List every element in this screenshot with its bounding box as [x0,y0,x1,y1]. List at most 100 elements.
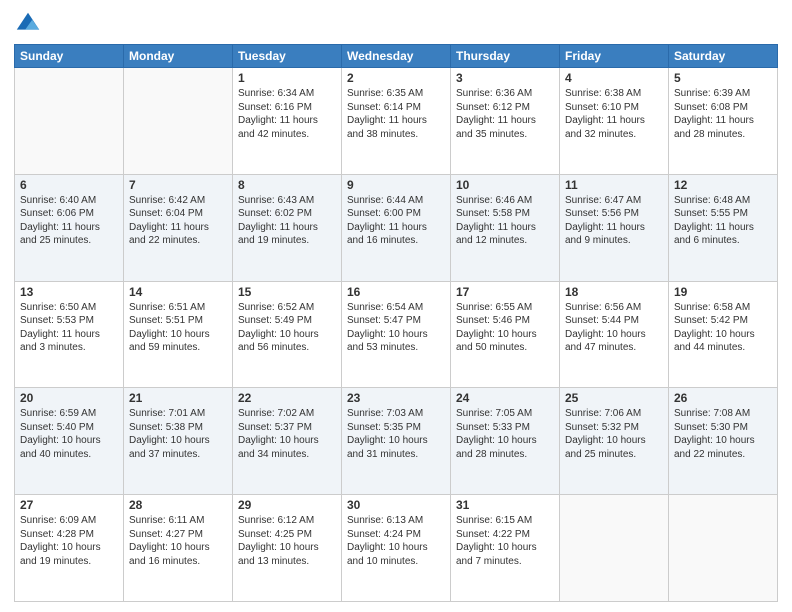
weekday-header-friday: Friday [560,45,669,68]
day-number: 26 [674,391,772,405]
calendar-cell: 27 Sunrise: 6:09 AMSunset: 4:28 PMDayligh… [15,495,124,602]
calendar-row-4: 20 Sunrise: 6:59 AMSunset: 5:40 PMDayligh… [15,388,778,495]
calendar-cell: 1Sunrise: 6:34 AMSunset: 6:16 PMDaylight… [233,68,342,175]
day-info: Sunrise: 6:38 AMSunset: 6:10 PMDaylight:… [565,87,663,141]
day-info: Sunrise: 6:56 AMSunset: 5:44 PMDaylight:… [565,301,663,355]
day-info: Sunrise: 6:55 AMSunset: 5:46 PMDaylight:… [456,301,554,355]
calendar-cell: 22 Sunrise: 7:02 AMSunset: 5:37 PMDayligh… [233,388,342,495]
day-number: 8 [238,178,336,192]
calendar-cell: 23 Sunrise: 7:03 AMSunset: 5:35 PMDayligh… [342,388,451,495]
day-number: 29 [238,498,336,512]
calendar-cell: 4 Sunrise: 6:38 AMSunset: 6:10 PMDaylight… [560,68,669,175]
day-info: Sunrise: 6:44 AMSunset: 6:00 PMDaylight:… [347,194,445,248]
day-info: Sunrise: 6:42 AMSunset: 6:04 PMDaylight:… [129,194,227,248]
day-number: 15 [238,285,336,299]
day-number: 12 [674,178,772,192]
calendar-cell: 6 Sunrise: 6:40 AMSunset: 6:06 PMDaylight… [15,174,124,281]
calendar-cell: 24 Sunrise: 7:05 AMSunset: 5:33 PMDayligh… [451,388,560,495]
day-number: 6 [20,178,118,192]
weekday-header-monday: Monday [124,45,233,68]
day-number: 22 [238,391,336,405]
calendar-cell: 7 Sunrise: 6:42 AMSunset: 6:04 PMDaylight… [124,174,233,281]
calendar-cell: 11 Sunrise: 6:47 AMSunset: 5:56 PMDayligh… [560,174,669,281]
day-number: 9 [347,178,445,192]
calendar-cell [669,495,778,602]
day-info: Sunrise: 6:11 AMSunset: 4:27 PMDaylight:… [129,514,227,568]
calendar-cell [15,68,124,175]
day-number: 11 [565,178,663,192]
day-info: Sunrise: 6:51 AMSunset: 5:51 PMDaylight:… [129,301,227,355]
calendar-cell: 18 Sunrise: 6:56 AMSunset: 5:44 PMDayligh… [560,281,669,388]
day-number: 20 [20,391,118,405]
day-number: 2 [347,71,445,85]
calendar-cell: 10 Sunrise: 6:46 AMSunset: 5:58 PMDayligh… [451,174,560,281]
day-info: Sunrise: 6:52 AMSunset: 5:49 PMDaylight:… [238,301,336,355]
day-number: 25 [565,391,663,405]
day-info: Sunrise: 6:48 AMSunset: 5:55 PMDaylight:… [674,194,772,248]
day-info: Sunrise: 7:08 AMSunset: 5:30 PMDaylight:… [674,407,772,461]
weekday-header-tuesday: Tuesday [233,45,342,68]
calendar-cell: 21 Sunrise: 7:01 AMSunset: 5:38 PMDayligh… [124,388,233,495]
day-number: 18 [565,285,663,299]
day-info: Sunrise: 6:15 AMSunset: 4:22 PMDaylight:… [456,514,554,568]
calendar-row-5: 27 Sunrise: 6:09 AMSunset: 4:28 PMDayligh… [15,495,778,602]
day-info: Sunrise: 6:35 AMSunset: 6:14 PMDaylight:… [347,87,445,141]
calendar-cell: 15 Sunrise: 6:52 AMSunset: 5:49 PMDayligh… [233,281,342,388]
calendar-cell: 31 Sunrise: 6:15 AMSunset: 4:22 PMDayligh… [451,495,560,602]
calendar-row-2: 6 Sunrise: 6:40 AMSunset: 6:06 PMDaylight… [15,174,778,281]
calendar-cell: 3 Sunrise: 6:36 AMSunset: 6:12 PMDaylight… [451,68,560,175]
page: SundayMondayTuesdayWednesdayThursdayFrid… [0,0,792,612]
day-info: Sunrise: 7:02 AMSunset: 5:37 PMDaylight:… [238,407,336,461]
day-number: 5 [674,71,772,85]
calendar-cell: 16 Sunrise: 6:54 AMSunset: 5:47 PMDayligh… [342,281,451,388]
calendar-cell: 5Sunrise: 6:39 AMSunset: 6:08 PMDaylight… [669,68,778,175]
day-info: Sunrise: 6:36 AMSunset: 6:12 PMDaylight:… [456,87,554,141]
day-number: 24 [456,391,554,405]
weekday-header-saturday: Saturday [669,45,778,68]
calendar-cell: 28 Sunrise: 6:11 AMSunset: 4:27 PMDayligh… [124,495,233,602]
day-info: Sunrise: 6:09 AMSunset: 4:28 PMDaylight:… [20,514,118,568]
calendar-cell: 30Sunrise: 6:13 AMSunset: 4:24 PMDayligh… [342,495,451,602]
calendar-cell: 20 Sunrise: 6:59 AMSunset: 5:40 PMDayligh… [15,388,124,495]
day-number: 28 [129,498,227,512]
day-info: Sunrise: 6:43 AMSunset: 6:02 PMDaylight:… [238,194,336,248]
day-number: 10 [456,178,554,192]
weekday-header-row: SundayMondayTuesdayWednesdayThursdayFrid… [15,45,778,68]
calendar-cell: 17Sunrise: 6:55 AMSunset: 5:46 PMDayligh… [451,281,560,388]
day-info: Sunrise: 7:01 AMSunset: 5:38 PMDaylight:… [129,407,227,461]
day-info: Sunrise: 6:47 AMSunset: 5:56 PMDaylight:… [565,194,663,248]
calendar-row-3: 13Sunrise: 6:50 AMSunset: 5:53 PMDayligh… [15,281,778,388]
day-number: 23 [347,391,445,405]
weekday-header-sunday: Sunday [15,45,124,68]
logo-icon [14,10,42,38]
day-number: 3 [456,71,554,85]
day-number: 31 [456,498,554,512]
header [14,10,778,38]
day-info: Sunrise: 6:34 AMSunset: 6:16 PMDaylight:… [238,87,336,141]
day-info: Sunrise: 6:59 AMSunset: 5:40 PMDaylight:… [20,407,118,461]
calendar-cell [124,68,233,175]
day-info: Sunrise: 6:58 AMSunset: 5:42 PMDaylight:… [674,301,772,355]
day-number: 7 [129,178,227,192]
day-info: Sunrise: 6:54 AMSunset: 5:47 PMDaylight:… [347,301,445,355]
calendar-cell: 2 Sunrise: 6:35 AMSunset: 6:14 PMDaylight… [342,68,451,175]
day-number: 27 [20,498,118,512]
day-number: 14 [129,285,227,299]
calendar-cell: 8 Sunrise: 6:43 AMSunset: 6:02 PMDaylight… [233,174,342,281]
day-info: Sunrise: 7:03 AMSunset: 5:35 PMDaylight:… [347,407,445,461]
calendar-cell: 25Sunrise: 7:06 AMSunset: 5:32 PMDayligh… [560,388,669,495]
calendar-cell: 14 Sunrise: 6:51 AMSunset: 5:51 PMDayligh… [124,281,233,388]
day-number: 21 [129,391,227,405]
day-info: Sunrise: 6:40 AMSunset: 6:06 PMDaylight:… [20,194,118,248]
day-info: Sunrise: 6:46 AMSunset: 5:58 PMDaylight:… [456,194,554,248]
day-number: 19 [674,285,772,299]
weekday-header-thursday: Thursday [451,45,560,68]
calendar-row-1: 1Sunrise: 6:34 AMSunset: 6:16 PMDaylight… [15,68,778,175]
day-info: Sunrise: 7:05 AMSunset: 5:33 PMDaylight:… [456,407,554,461]
day-number: 4 [565,71,663,85]
calendar-cell: 19 Sunrise: 6:58 AMSunset: 5:42 PMDayligh… [669,281,778,388]
day-info: Sunrise: 6:12 AMSunset: 4:25 PMDaylight:… [238,514,336,568]
calendar-cell: 13Sunrise: 6:50 AMSunset: 5:53 PMDayligh… [15,281,124,388]
day-number: 16 [347,285,445,299]
calendar-cell: 26 Sunrise: 7:08 AMSunset: 5:30 PMDayligh… [669,388,778,495]
